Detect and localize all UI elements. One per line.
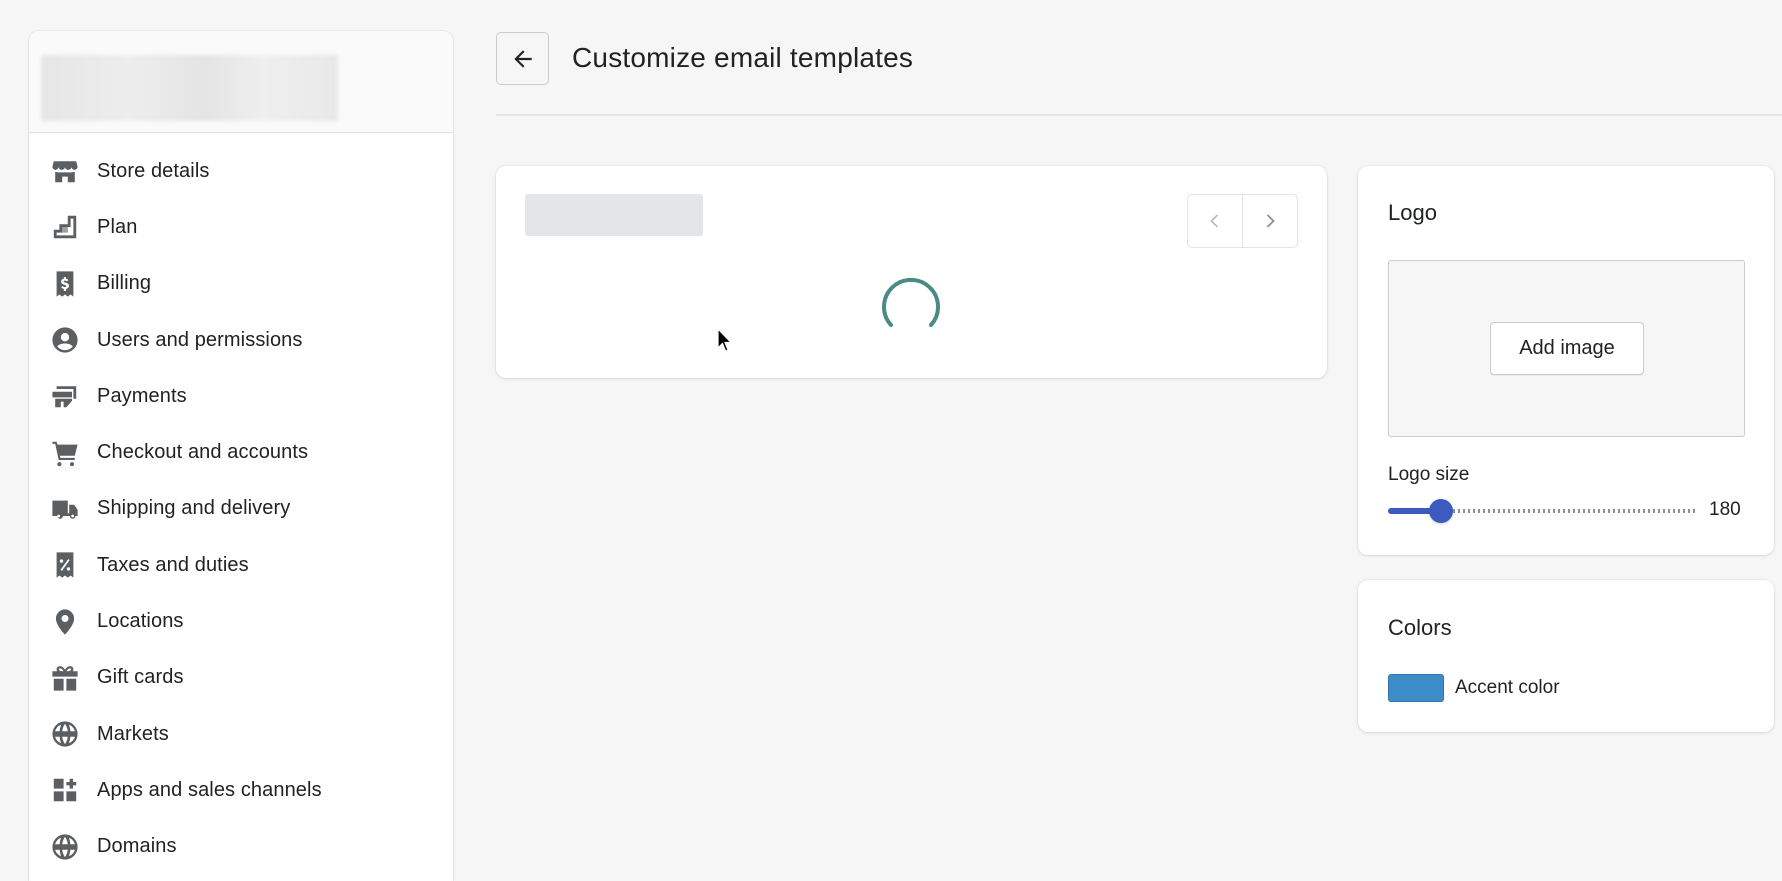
sidebar-item-label: Users and permissions xyxy=(97,328,303,351)
chevron-left-icon xyxy=(1210,214,1219,228)
logo-size-label: Logo size xyxy=(1388,464,1470,485)
next-template-button[interactable] xyxy=(1242,195,1297,247)
arrow-left-icon xyxy=(513,49,532,68)
add-image-button[interactable]: Add image xyxy=(1490,322,1644,375)
slider-thumb[interactable] xyxy=(1428,499,1453,523)
sidebar-item-gift-cards[interactable]: Gift cards xyxy=(29,650,453,706)
truck-icon xyxy=(51,495,79,523)
domain-globe-icon xyxy=(51,833,79,861)
payments-icon xyxy=(51,382,79,410)
sidebar-item-label: Apps and sales channels xyxy=(97,778,322,801)
logo-dropzone[interactable]: Add image xyxy=(1388,260,1745,437)
email-preview-card xyxy=(496,166,1327,378)
template-pagination xyxy=(1187,194,1298,248)
logo-card: Logo Add image Logo size 180 xyxy=(1358,166,1774,555)
apps-icon xyxy=(51,776,79,804)
accent-color-picker[interactable]: Accent color xyxy=(1388,674,1560,702)
sidebar-item-shipping-and-delivery[interactable]: Shipping and delivery xyxy=(29,481,453,537)
sidebar-item-checkout-and-accounts[interactable]: Checkout and accounts xyxy=(29,424,453,480)
sidebar-item-label: Payments xyxy=(97,384,187,407)
colors-card-title: Colors xyxy=(1388,615,1452,640)
back-button[interactable] xyxy=(496,32,549,85)
logo-card-title: Logo xyxy=(1388,200,1437,225)
header-divider xyxy=(496,114,1782,116)
tax-receipt-icon xyxy=(51,551,79,579)
store-name-redacted xyxy=(41,55,338,121)
settings-sidebar: Store details Plan Billing Users and per… xyxy=(29,31,453,881)
skeleton-title-placeholder xyxy=(525,194,703,236)
gift-icon xyxy=(51,664,79,692)
sidebar-item-label: Taxes and duties xyxy=(97,553,249,576)
sidebar-item-billing[interactable]: Billing xyxy=(29,256,453,312)
sidebar-item-label: Store details xyxy=(97,159,210,182)
plan-icon xyxy=(51,213,79,241)
sidebar-item-plan[interactable]: Plan xyxy=(29,199,453,255)
sidebar-item-label: Markets xyxy=(97,722,169,745)
logo-size-slider[interactable] xyxy=(1388,496,1698,526)
user-icon xyxy=(51,326,79,354)
sidebar-item-label: Domains xyxy=(97,835,177,858)
sidebar-item-label: Plan xyxy=(97,215,138,238)
sidebar-item-locations[interactable]: Locations xyxy=(29,593,453,649)
spinner-icon xyxy=(882,278,940,327)
sidebar-item-label: Billing xyxy=(97,272,152,295)
location-pin-icon xyxy=(51,608,79,636)
sidebar-item-label: Gift cards xyxy=(97,666,184,689)
sidebar-item-users-and-permissions[interactable]: Users and permissions xyxy=(29,312,453,368)
accent-color-label: Accent color xyxy=(1455,677,1560,698)
sidebar-item-label: Checkout and accounts xyxy=(97,441,309,464)
chevron-right-icon xyxy=(1266,214,1275,228)
sidebar-item-markets[interactable]: Markets xyxy=(29,706,453,762)
sidebar-item-label: Locations xyxy=(97,610,184,633)
billing-icon xyxy=(51,270,79,298)
sidebar-item-label: Shipping and delivery xyxy=(97,497,291,520)
accent-color-swatch[interactable] xyxy=(1388,674,1444,702)
sidebar-item-domains[interactable]: Domains xyxy=(29,819,453,875)
sidebar-item-taxes-and-duties[interactable]: Taxes and duties xyxy=(29,537,453,593)
colors-card: Colors Accent color xyxy=(1358,580,1774,732)
cart-icon xyxy=(51,439,79,467)
mouse-cursor-icon xyxy=(717,328,733,352)
sidebar-item-payments[interactable]: Payments xyxy=(29,368,453,424)
logo-size-value: 180 xyxy=(1709,499,1741,520)
globe-icon xyxy=(51,720,79,748)
store-icon xyxy=(51,157,79,185)
sidebar-item-store-details[interactable]: Store details xyxy=(29,143,453,199)
previous-template-button[interactable] xyxy=(1188,195,1242,247)
settings-nav: Store details Plan Billing Users and per… xyxy=(29,133,453,875)
sidebar-header xyxy=(29,31,453,133)
sidebar-item-apps-and-sales-channels[interactable]: Apps and sales channels xyxy=(29,762,453,818)
page-title: Customize email templates xyxy=(572,42,914,73)
